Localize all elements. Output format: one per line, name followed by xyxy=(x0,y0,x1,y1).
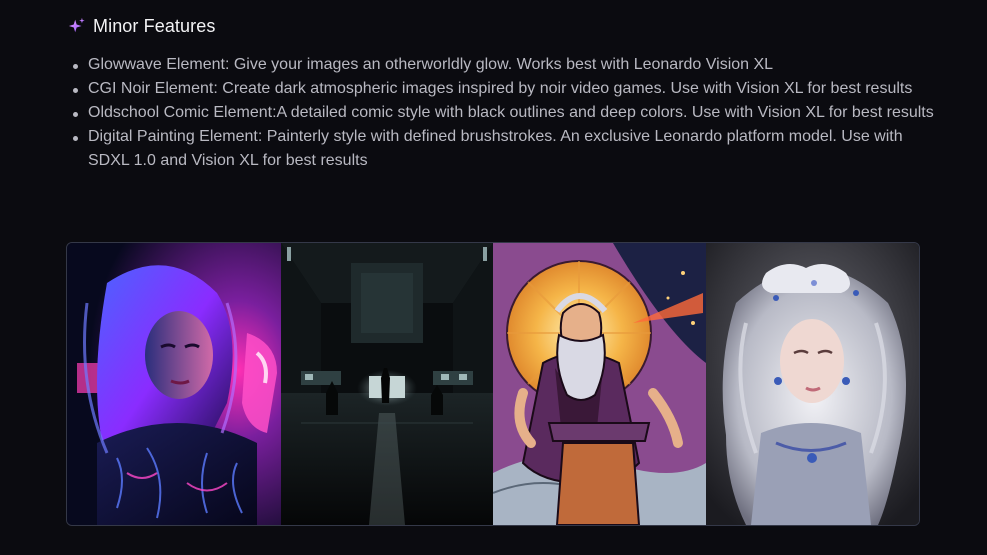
minor-features-section: Minor Features Glowwave Element: Give yo… xyxy=(0,0,987,555)
feature-text: Digital Painting Element: Painterly styl… xyxy=(88,128,903,169)
feature-text: Oldschool Comic Element:A detailed comic… xyxy=(88,104,934,121)
digital-painting-image xyxy=(706,243,919,525)
sparkle-icon xyxy=(68,17,86,35)
list-item: Oldschool Comic Element:A detailed comic… xyxy=(73,101,948,125)
list-item: CGI Noir Element: Create dark atmospheri… xyxy=(73,77,948,101)
feature-list: Glowwave Element: Give your images an ot… xyxy=(70,53,948,173)
page-title: Minor Features xyxy=(93,15,216,36)
feature-text: Glowwave Element: Give your images an ot… xyxy=(88,56,774,73)
feature-text: CGI Noir Element: Create dark atmospheri… xyxy=(88,80,913,97)
bullet-icon xyxy=(73,64,78,69)
section-heading: Minor Features xyxy=(68,12,215,40)
example-gallery xyxy=(66,242,920,526)
glowwave-portrait-image xyxy=(67,243,281,525)
list-item: Digital Painting Element: Painterly styl… xyxy=(73,125,948,173)
cgi-noir-image xyxy=(281,243,493,525)
bullet-icon xyxy=(73,112,78,117)
bullet-icon xyxy=(73,88,78,93)
list-item: Glowwave Element: Give your images an ot… xyxy=(73,53,948,77)
oldschool-comic-image xyxy=(493,243,706,525)
bullet-icon xyxy=(73,136,78,141)
